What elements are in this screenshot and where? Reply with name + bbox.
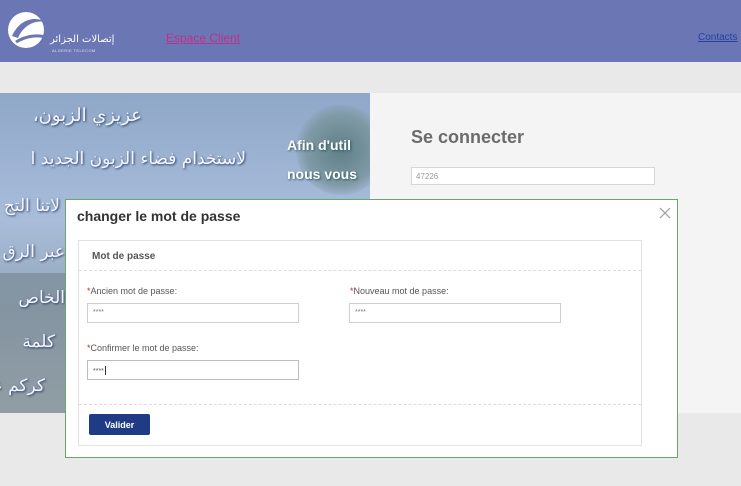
close-icon[interactable] [658, 206, 672, 220]
nav-link-contacts[interactable]: Contacts [698, 32, 737, 43]
confirm-password-input[interactable]: **** [87, 360, 299, 380]
confirm-password-value: **** [93, 368, 104, 375]
logo-subtitle: ALGERIE TELECOM [52, 48, 96, 53]
logo-emblem-icon [8, 12, 49, 48]
new-password-label: *Nouveau mot de passe: [350, 286, 449, 296]
confirm-password-label-text: Confirmer le mot de passe: [90, 343, 199, 353]
logo-text: إتصالات الجزائر [50, 34, 115, 45]
hero-arabic-line: لاستخدام فضاء الزبون الجديد ا [30, 149, 246, 169]
old-password-label-text: Ancien mot de passe: [90, 286, 178, 296]
section-divider [79, 404, 641, 405]
login-title: Se connecter [411, 127, 525, 147]
hero-arabic-line: الخاص [18, 288, 65, 308]
new-password-label-text: Nouveau mot de passe: [353, 286, 449, 296]
algerie-telecom-logo[interactable]: إتصالات الجزائر ALGERIE TELECOM [6, 8, 121, 56]
section-divider [79, 270, 641, 271]
hero-arabic-line: كلمة [22, 332, 55, 352]
page-spacer [0, 62, 741, 93]
old-password-input[interactable]: **** [87, 303, 299, 323]
nav-link-espace-client[interactable]: Espace Client [166, 31, 240, 45]
new-password-input[interactable]: **** [349, 303, 561, 323]
section-legend: Mot de passe [92, 251, 156, 262]
hero-arabic-line: عزيزي الزبون، [32, 105, 142, 126]
modal-title: changer le mot de passe [77, 208, 241, 224]
hero-arabic-line: كركم عل [0, 376, 45, 396]
login-username-input[interactable]: 47226 [411, 167, 655, 185]
confirm-password-label: *Confirmer le mot de passe: [87, 343, 199, 353]
hero-french-line: Afin d'util [287, 137, 351, 153]
password-section: Mot de passe *Ancien mot de passe: **** … [78, 240, 642, 446]
old-password-label: *Ancien mot de passe: [87, 286, 177, 296]
change-password-modal: changer le mot de passe Mot de passe *An… [65, 199, 678, 458]
submit-button[interactable]: Valider [89, 414, 150, 435]
hero-arabic-line: عبر الرق [2, 242, 65, 262]
text-caret [104, 366, 106, 375]
hero-arabic-line: لاتنا التج [3, 196, 60, 216]
hero-french-line: nous vous [287, 166, 358, 182]
top-header: إتصالات الجزائر ALGERIE TELECOM Espace C… [0, 0, 741, 62]
